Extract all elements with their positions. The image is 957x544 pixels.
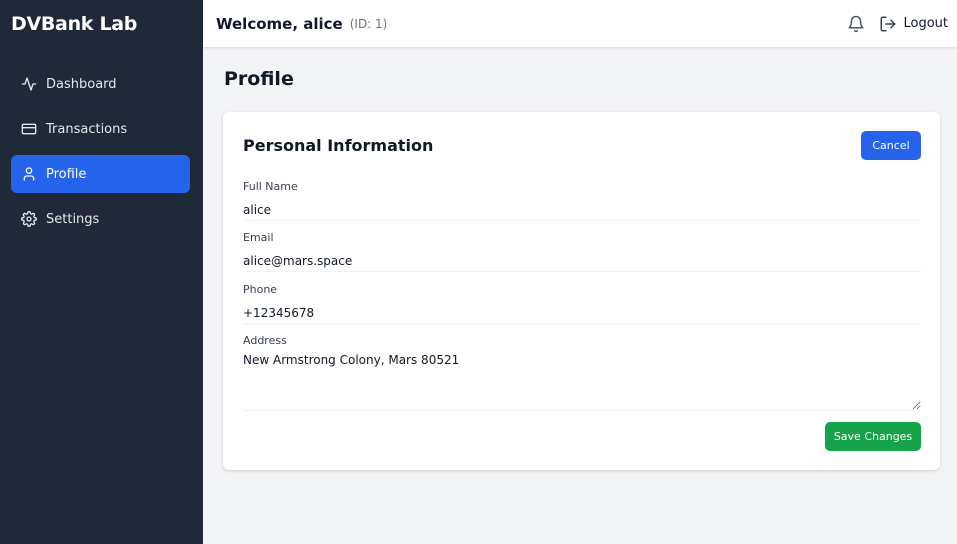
full-name-label: Full Name (243, 180, 298, 193)
address-label: Address (243, 334, 287, 347)
address-field-group: Address New Armstrong Colony, Mars 80521 (243, 334, 921, 414)
phone-input[interactable] (243, 303, 921, 323)
sidebar-item-label: Transactions (46, 121, 128, 137)
page-title: Profile (224, 68, 294, 90)
email-label: Email (243, 231, 274, 244)
top-bar-actions: Logout (847, 15, 948, 33)
sidebar-item-transactions[interactable]: Transactions (11, 110, 190, 148)
address-textarea[interactable]: New Armstrong Colony, Mars 80521 (243, 353, 921, 410)
sidebar-item-settings[interactable]: Settings (11, 200, 190, 238)
email-input[interactable] (243, 251, 921, 271)
email-field-group: Email (243, 231, 921, 271)
welcome-message: Welcome, alice (216, 14, 343, 33)
cancel-button[interactable]: Cancel (861, 131, 921, 160)
user-icon (21, 166, 37, 182)
phone-label: Phone (243, 283, 278, 296)
gear-icon (21, 211, 37, 227)
credit-card-icon (21, 121, 37, 137)
top-bar: Welcome, alice (ID: 1) Logout (203, 0, 957, 47)
sidebar-item-profile[interactable]: Profile (11, 155, 190, 193)
bell-icon[interactable] (847, 15, 865, 33)
brand-logo: DVBank Lab (11, 13, 138, 35)
save-changes-button[interactable]: Save Changes (825, 422, 921, 451)
logout-icon (880, 16, 896, 31)
full-name-field-group: Full Name (243, 180, 921, 220)
personal-information-card: Personal Information Cancel Full Name Em… (223, 112, 940, 470)
phone-field-group: Phone (243, 283, 921, 323)
logout-label: Logout (903, 16, 948, 31)
sidebar-item-label: Profile (46, 166, 87, 182)
logout-button[interactable]: Logout (879, 15, 948, 33)
sidebar-item-dashboard[interactable]: Dashboard (11, 65, 190, 103)
full-name-input[interactable] (243, 200, 921, 220)
user-id: (ID: 1) (349, 16, 388, 31)
card-title: Personal Information (243, 136, 434, 155)
sidebar-nav: Dashboard Transactions Profile Settings (11, 65, 190, 245)
sidebar-item-label: Dashboard (46, 76, 117, 92)
sidebar: DVBank Lab Dashboard Transactions Profil… (0, 0, 203, 544)
sidebar-item-label: Settings (46, 211, 100, 227)
activity-icon (21, 76, 37, 92)
